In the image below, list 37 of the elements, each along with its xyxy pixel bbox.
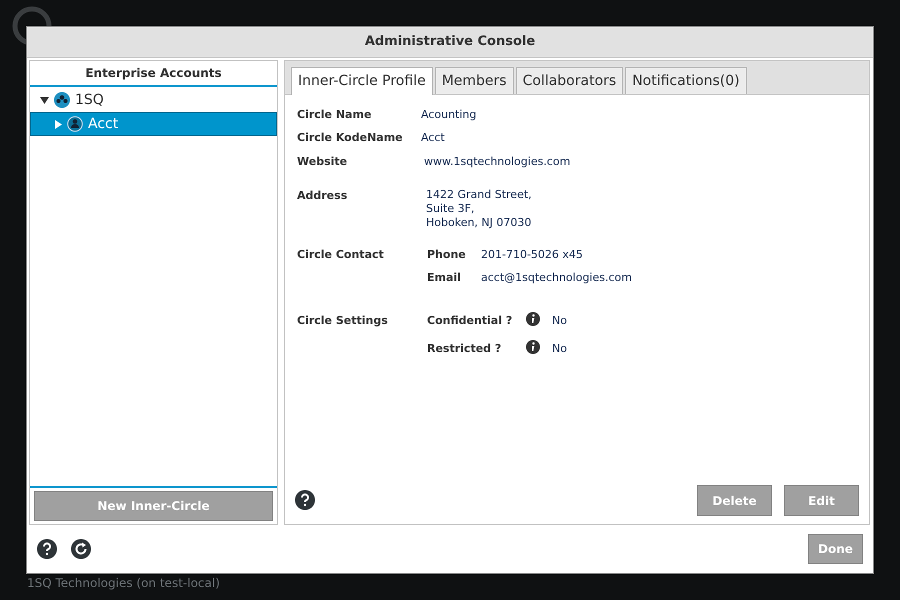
panel-heading: Enterprise Accounts [30,61,277,87]
dialog-title: Administrative Console [27,27,873,58]
field-label: Email [427,270,461,286]
tab[interactable]: Collaborators [516,67,624,94]
info-icon[interactable] [526,312,540,326]
person-icon [67,116,83,132]
field-value: 201-710-5026 x45 [481,247,583,263]
tab[interactable]: Members [434,67,514,94]
field-value: www.1sqtechnologies.com [424,154,570,170]
field-label: Confidential ? [427,313,512,329]
help-icon[interactable] [37,539,57,559]
tab[interactable]: Notifications(0) [625,67,747,94]
field-value: acct@1sqtechnologies.com [481,270,632,286]
status-text: 1SQ Technologies (on test-local) [27,575,220,592]
expanded-caret-icon[interactable] [40,96,49,104]
field-label: Restricted ? [427,341,502,357]
address-line: Hoboken, NJ 07030 [426,215,532,231]
collapsed-caret-icon[interactable] [55,120,62,128]
field-label: Circle Contact [297,247,384,263]
field-label: Circle KodeName [297,130,403,146]
field-value: No [552,313,567,329]
tab[interactable]: Inner-Circle Profile [291,67,433,95]
field-value: Acct [421,130,445,146]
field-label: Circle Settings [297,313,388,329]
address-line: Suite 3F, [426,201,474,217]
field-value: No [552,341,567,357]
address-line: 1422 Grand Street, [426,187,532,203]
field-label: Website [297,154,348,170]
field-label: Phone [427,247,466,263]
field-value: Acounting [421,107,476,123]
group-icon [54,92,70,108]
field-label: Circle Name [297,107,372,123]
help-icon[interactable] [295,490,315,510]
tree-item[interactable]: 1SQ [30,88,277,112]
refresh-icon[interactable] [71,539,91,559]
info-icon[interactable] [526,340,540,354]
field-label: Address [297,188,348,204]
